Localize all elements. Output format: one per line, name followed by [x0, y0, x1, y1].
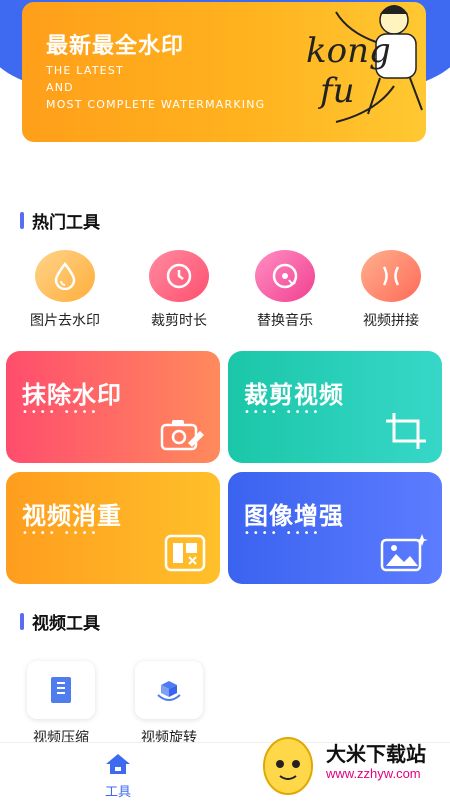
banner-subtitle-line2: AND [46, 81, 74, 94]
card-title: 视频消重 [22, 502, 122, 530]
card-dots: •••• •••• [22, 407, 100, 418]
compress-icon [27, 661, 95, 719]
card-dots: •••• •••• [244, 407, 322, 418]
hot-tool-trim-duration[interactable]: 裁剪时长 [134, 250, 224, 330]
rice-mascot-icon [263, 737, 313, 795]
home-icon [106, 754, 130, 774]
hot-tool-label: 替换音乐 [257, 313, 313, 329]
droplet-icon [35, 250, 95, 302]
hot-tool-replace-music[interactable]: 替换音乐 [240, 250, 330, 330]
clock-icon [149, 250, 209, 302]
card-image-enhance[interactable]: 图像增强 •••• •••• [228, 472, 442, 584]
hot-tool-video-join[interactable]: 视频拼接 [346, 250, 436, 330]
banner-art-word-fu: fu [317, 71, 354, 111]
card-title: 抹除水印 [22, 381, 122, 409]
dedupe-icon [164, 534, 206, 572]
card-crop-video[interactable]: 裁剪视频 •••• •••• [228, 351, 442, 463]
card-video-dedupe[interactable]: 视频消重 •••• •••• [6, 472, 220, 584]
promo-banner[interactable]: 最新最全水印 THE LATEST AND MOST COMPLETE WATE… [22, 2, 426, 142]
hot-tool-label: 裁剪时长 [151, 313, 207, 329]
video-tools-heading: 视频工具 [20, 609, 100, 634]
card-dots: •••• •••• [244, 528, 322, 539]
site-watermark: 大米下载站 www.zzhyw.com [256, 734, 446, 796]
crop-icon [386, 413, 426, 449]
watermark-site-name: 大米下载站 [326, 742, 426, 766]
hot-tools-title: 热门工具 [32, 213, 100, 233]
music-disc-icon [255, 250, 315, 302]
rotate-cube-icon [135, 661, 203, 719]
image-enhance-icon [380, 534, 428, 572]
video-tool-rotate[interactable]: 视频旋转 [124, 661, 214, 747]
banner-title: 最新最全水印 [46, 34, 185, 59]
section-accent-bar [20, 212, 24, 229]
video-tool-compress[interactable]: 视频压缩 [16, 661, 106, 747]
watermark-site-url: www.zzhyw.com [326, 766, 421, 781]
join-icon [361, 250, 421, 302]
hot-tool-label: 图片去水印 [30, 313, 100, 329]
camera-eraser-icon [160, 420, 204, 451]
banner-subtitle-line1: THE LATEST [46, 64, 124, 77]
card-title: 图像增强 [244, 502, 344, 530]
card-title: 裁剪视频 [244, 381, 344, 409]
hot-tools-heading: 热门工具 [20, 208, 100, 233]
banner-subtitle-line3: MOST COMPLETE WATERMARKING [46, 98, 266, 111]
hot-tool-label: 视频拼接 [363, 313, 419, 329]
banner-art-word-kong: kong [306, 31, 391, 71]
card-erase-watermark[interactable]: 抹除水印 •••• •••• [6, 351, 220, 463]
card-dots: •••• •••• [22, 528, 100, 539]
hot-tool-remove-image-watermark[interactable]: 图片去水印 [20, 250, 110, 330]
video-tools-title: 视频工具 [32, 614, 100, 634]
section-accent-bar [20, 613, 24, 630]
tab-tools[interactable]: 工具 [88, 753, 148, 800]
tab-tools-label: 工具 [104, 785, 131, 800]
kungfu-character-illustration: kong fu [306, 5, 423, 123]
